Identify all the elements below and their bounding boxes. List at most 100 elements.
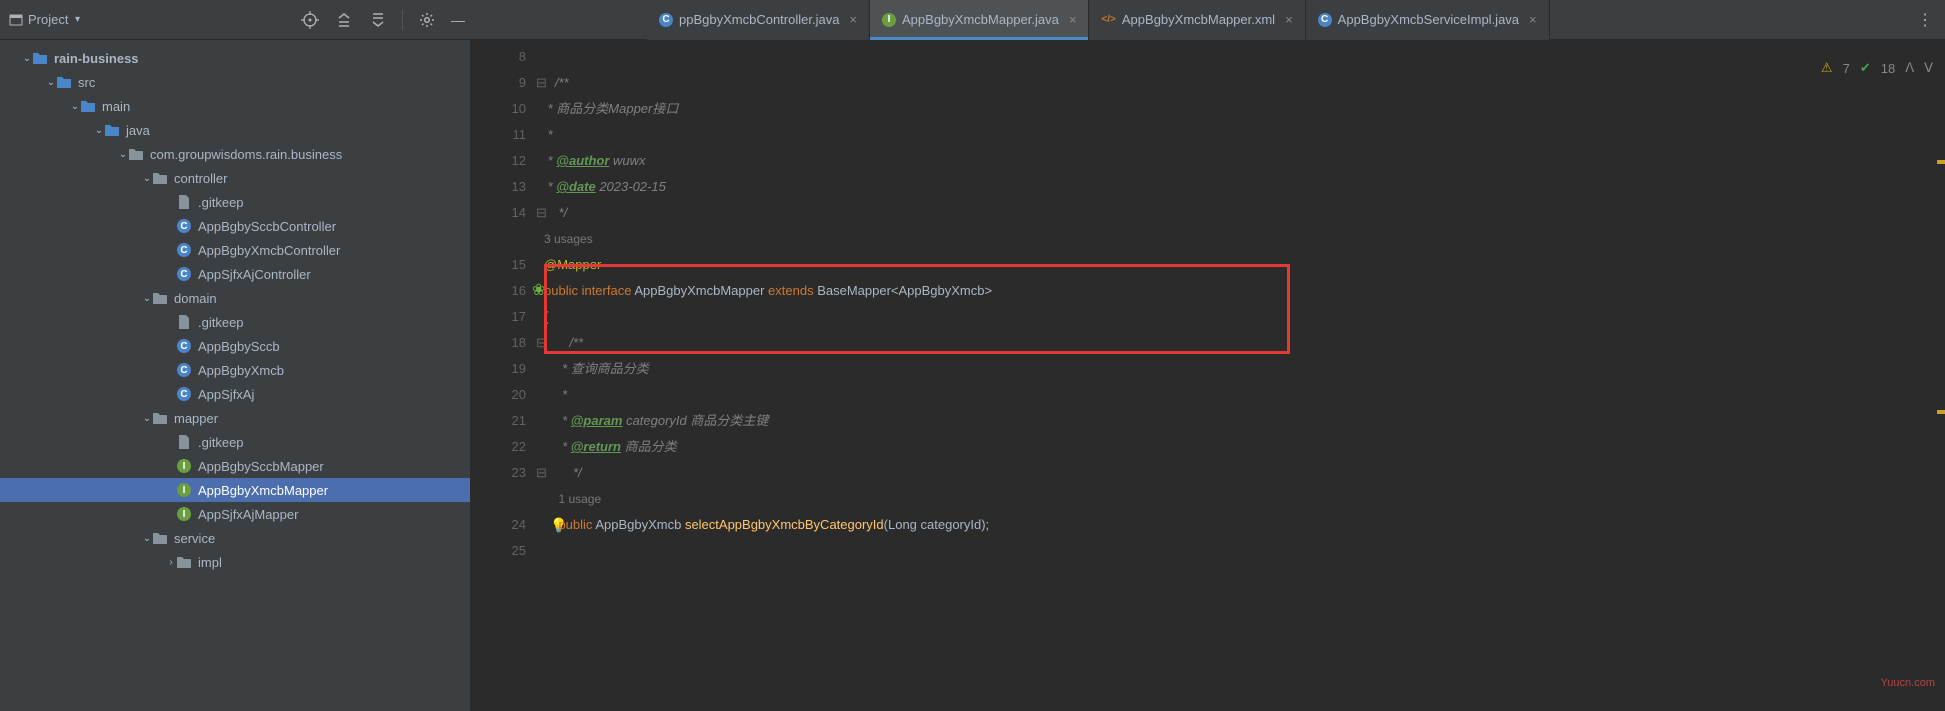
editor[interactable]: 891011121314 1516❀17181920212223 24💡25 ⊟/*… bbox=[470, 40, 1945, 711]
close-icon[interactable]: × bbox=[1285, 12, 1293, 27]
code-line[interactable]: ⊟/** bbox=[544, 70, 1945, 96]
tree-row[interactable]: IAppSjfxAjMapper bbox=[0, 502, 470, 526]
line-number[interactable]: 12 bbox=[470, 148, 526, 174]
line-number[interactable]: 13 bbox=[470, 174, 526, 200]
tree-row[interactable]: ›impl bbox=[0, 550, 470, 574]
code-line[interactable]: * @author wuwx bbox=[544, 148, 1945, 174]
expand-all-icon[interactable] bbox=[334, 10, 354, 30]
line-number[interactable]: 16❀ bbox=[470, 278, 526, 304]
scroll-marker bbox=[1937, 410, 1945, 414]
editor-tab[interactable]: CppBgbyXmcbController.java× bbox=[647, 0, 870, 40]
code-line[interactable]: public AppBgbyXmcb selectAppBgbyXmcbByCa… bbox=[544, 512, 1945, 538]
code-line[interactable] bbox=[544, 44, 1945, 70]
code-line[interactable]: ⊟ /** bbox=[544, 330, 1945, 356]
chevron-icon[interactable]: ⌄ bbox=[22, 53, 32, 64]
close-icon[interactable]: × bbox=[849, 12, 857, 27]
chevron-icon[interactable]: ⌄ bbox=[142, 293, 152, 304]
tree-row[interactable]: .gitkeep bbox=[0, 430, 470, 454]
editor-tab[interactable]: </>AppBgbyXmcbMapper.xml× bbox=[1089, 0, 1305, 40]
editor-tab[interactable]: IAppBgbyXmcbMapper.java× bbox=[870, 0, 1089, 40]
code-line[interactable]: * @date 2023-02-15 bbox=[544, 174, 1945, 200]
code-line[interactable]: ⊟ */ bbox=[544, 200, 1945, 226]
tree-row[interactable]: IAppBgbySccbMapper bbox=[0, 454, 470, 478]
tree-row[interactable]: ⌄java bbox=[0, 118, 470, 142]
chevron-icon[interactable]: ⌄ bbox=[118, 149, 128, 160]
tree-row[interactable]: ⌄src bbox=[0, 70, 470, 94]
tree-label: AppSjfxAjMapper bbox=[198, 507, 298, 522]
code-line[interactable]: * 商品分类Mapper接口 bbox=[544, 96, 1945, 122]
chevron-down-icon[interactable]: ᐯ bbox=[1924, 60, 1933, 76]
line-number[interactable]: 25 bbox=[470, 538, 526, 564]
more-icon[interactable]: ⋮ bbox=[1915, 10, 1935, 30]
tree-row[interactable]: ⌄mapper bbox=[0, 406, 470, 430]
project-tree[interactable]: ⌄rain-business⌄src⌄main⌄java⌄com.groupwi… bbox=[0, 40, 470, 711]
tree-row[interactable]: .gitkeep bbox=[0, 190, 470, 214]
chevron-up-icon[interactable]: ᐱ bbox=[1905, 60, 1914, 76]
close-icon[interactable]: × bbox=[1529, 12, 1537, 27]
line-number[interactable]: 17 bbox=[470, 304, 526, 330]
chevron-icon[interactable]: ⌄ bbox=[70, 101, 80, 112]
tree-row[interactable]: ⌄controller bbox=[0, 166, 470, 190]
line-number[interactable]: 10 bbox=[470, 96, 526, 122]
line-number[interactable]: 15 bbox=[470, 252, 526, 278]
code-area[interactable]: ⊟/** * 商品分类Mapper接口 * * @author wuwx * @… bbox=[544, 40, 1945, 711]
code-line[interactable]: * @param categoryId 商品分类主键 bbox=[544, 408, 1945, 434]
line-number[interactable]: 8 bbox=[470, 44, 526, 70]
line-number[interactable]: 20 bbox=[470, 382, 526, 408]
locate-icon[interactable] bbox=[300, 10, 320, 30]
close-icon[interactable]: × bbox=[1069, 12, 1077, 27]
line-number[interactable]: 9 bbox=[470, 70, 526, 96]
line-number[interactable]: 14 bbox=[470, 200, 526, 226]
tree-row[interactable]: ⌄main bbox=[0, 94, 470, 118]
line-number[interactable]: 18 bbox=[470, 330, 526, 356]
tree-row[interactable]: CAppSjfxAj bbox=[0, 382, 470, 406]
line-number[interactable] bbox=[470, 226, 526, 252]
line-number[interactable]: 21 bbox=[470, 408, 526, 434]
chevron-icon[interactable]: ⌄ bbox=[142, 173, 152, 184]
gutter[interactable]: 891011121314 1516❀17181920212223 24💡25 bbox=[470, 40, 544, 711]
tree-row[interactable]: CAppBgbySccbController bbox=[0, 214, 470, 238]
code-line[interactable] bbox=[544, 538, 1945, 564]
chevron-icon[interactable]: ⌄ bbox=[142, 533, 152, 544]
editor-tab[interactable]: CAppBgbyXmcbServiceImpl.java× bbox=[1306, 0, 1550, 40]
chevron-icon[interactable]: ⌄ bbox=[46, 77, 56, 88]
line-number[interactable]: 11 bbox=[470, 122, 526, 148]
tree-label: AppBgbyXmcb bbox=[198, 363, 284, 378]
code-line[interactable]: { bbox=[544, 304, 1945, 330]
chevron-icon[interactable]: ⌄ bbox=[142, 413, 152, 424]
collapse-all-icon[interactable] bbox=[368, 10, 388, 30]
line-number[interactable]: 23 bbox=[470, 460, 526, 486]
chevron-down-icon[interactable]: ▾ bbox=[72, 14, 82, 25]
chevron-icon[interactable]: ⌄ bbox=[94, 125, 104, 136]
node-icon bbox=[104, 122, 120, 138]
line-number[interactable]: 19 bbox=[470, 356, 526, 382]
tree-row[interactable]: .gitkeep bbox=[0, 310, 470, 334]
tree-row[interactable]: ⌄rain-business bbox=[0, 46, 470, 70]
tree-row[interactable]: ⌄domain bbox=[0, 286, 470, 310]
code-line[interactable]: 1 usage bbox=[544, 486, 1945, 512]
inspections-widget[interactable]: ⚠ 7 ✔ 18 ᐱ ᐯ bbox=[1821, 60, 1933, 76]
code-line[interactable]: * bbox=[544, 382, 1945, 408]
tree-row[interactable]: CAppBgbyXmcbController bbox=[0, 238, 470, 262]
line-number[interactable] bbox=[470, 486, 526, 512]
tree-label: com.groupwisdoms.rain.business bbox=[150, 147, 342, 162]
code-line[interactable]: * 查询商品分类 bbox=[544, 356, 1945, 382]
code-line[interactable]: @Mapper bbox=[544, 252, 1945, 278]
tree-row[interactable]: CAppSjfxAjController bbox=[0, 262, 470, 286]
chevron-icon[interactable]: › bbox=[166, 557, 176, 568]
tree-row[interactable]: ⌄service bbox=[0, 526, 470, 550]
tree-row[interactable]: ⌄ com.groupwisdoms.rain.business bbox=[0, 142, 470, 166]
tree-row[interactable]: IAppBgbyXmcbMapper bbox=[0, 478, 470, 502]
code-line[interactable]: * @return 商品分类 bbox=[544, 434, 1945, 460]
tree-row[interactable]: CAppBgbyXmcb bbox=[0, 358, 470, 382]
code-line[interactable]: ⊟ */ bbox=[544, 460, 1945, 486]
tree-row[interactable]: CAppBgbySccb bbox=[0, 334, 470, 358]
code-line[interactable]: * bbox=[544, 122, 1945, 148]
settings-icon[interactable] bbox=[417, 10, 437, 30]
hide-icon[interactable]: — bbox=[451, 12, 465, 28]
code-line[interactable]: public interface AppBgbyXmcbMapper exten… bbox=[544, 278, 1945, 304]
line-number[interactable]: 24💡 bbox=[470, 512, 526, 538]
project-tool-window-header[interactable]: Project ▾ bbox=[0, 12, 300, 28]
code-line[interactable]: 3 usages bbox=[544, 226, 1945, 252]
line-number[interactable]: 22 bbox=[470, 434, 526, 460]
